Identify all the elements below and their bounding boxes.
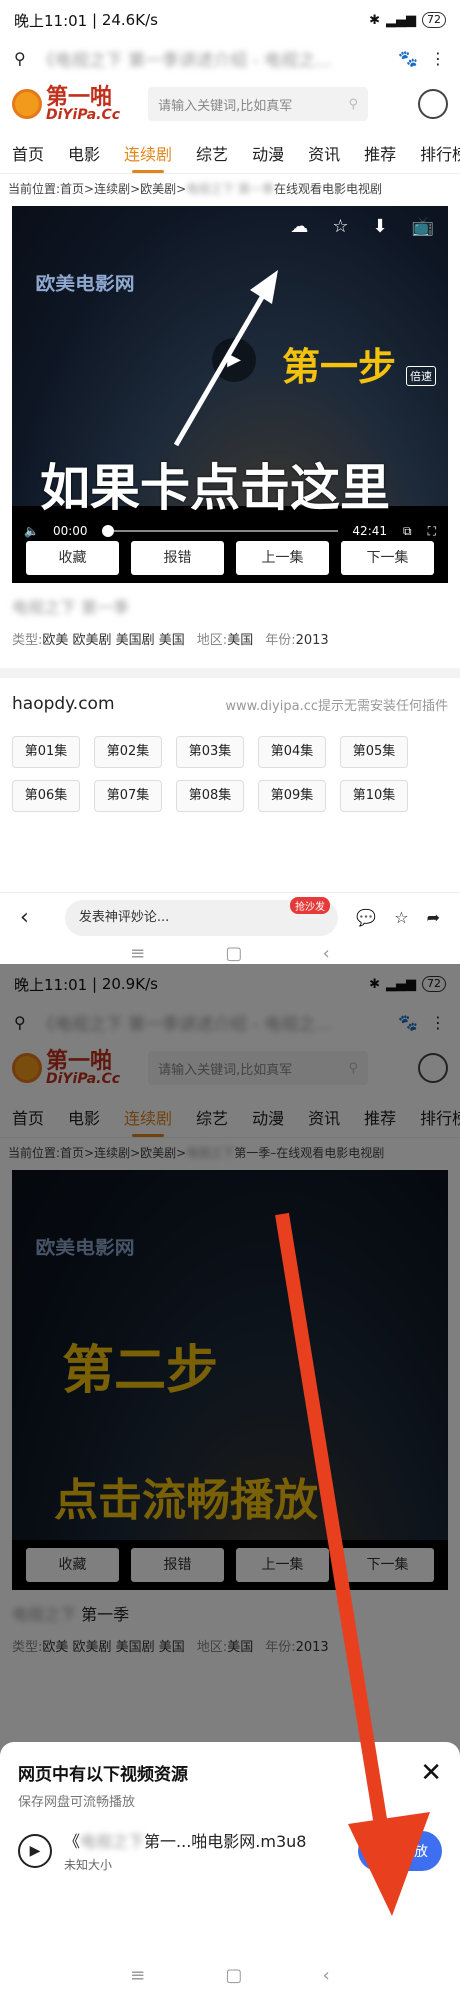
system-nav-bar: ≡ ▢ ‹ xyxy=(0,942,460,964)
star-icon[interactable]: ☆ xyxy=(394,908,408,927)
share-icon[interactable]: ➦ xyxy=(427,908,440,927)
screenshot-step-2: 晚上11:01 | 20.9K/s ✱▂▄▆72 ⚲ 《电视之下 第一季讲述介绍… xyxy=(0,964,460,1996)
back-icon[interactable]: ‹ xyxy=(20,905,29,930)
hot-badge: 抢沙发 xyxy=(290,897,330,914)
comment-icon[interactable]: 💬 xyxy=(356,908,376,927)
back-icon[interactable]: ‹ xyxy=(323,943,330,964)
screenshot-step-1: 晚上11:01 | 24.6K/s ✱ ▂▄▆ 72 ⚲ 《电视之下 第一季讲述介绍… xyxy=(0,0,460,964)
video-title-hidden: 电视之下 第一季 xyxy=(12,598,130,617)
annotation-arrow-1 xyxy=(173,270,278,447)
menu-icon[interactable]: ≡ xyxy=(130,943,145,964)
annotation-arrow-2 xyxy=(275,1212,430,1916)
home-icon[interactable]: ▢ xyxy=(225,943,242,964)
browser-bottom-bar: ‹ 发表神评妙论... 💬 抢沙发 ☆ ➦ xyxy=(0,892,460,942)
